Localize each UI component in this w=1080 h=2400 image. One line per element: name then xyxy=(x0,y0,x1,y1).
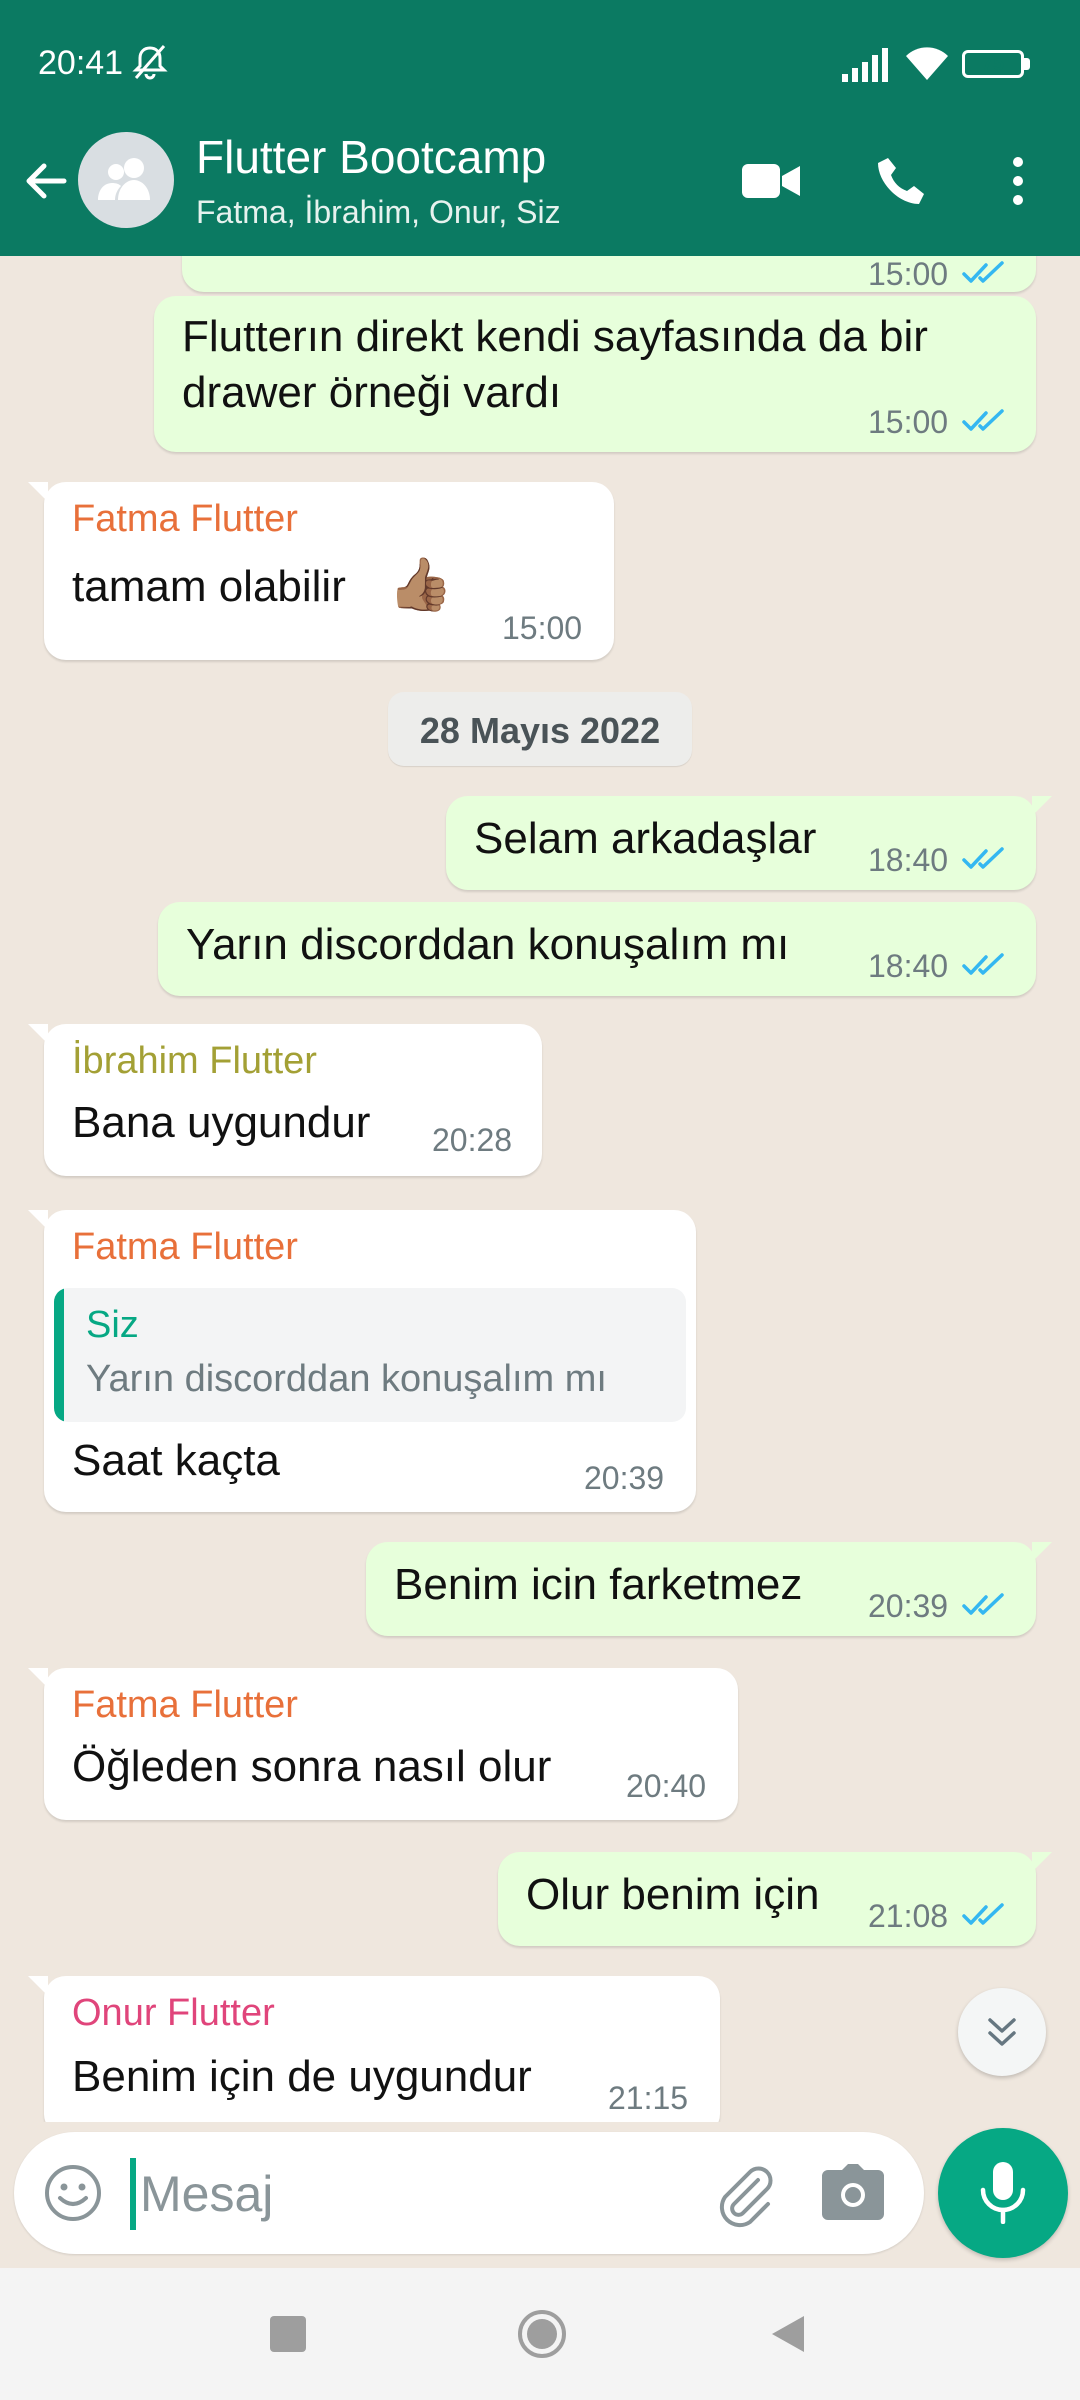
battery-icon: 75 xyxy=(962,50,1032,78)
system-navigation-bar xyxy=(0,2268,1080,2400)
message-time: 18:40 xyxy=(868,842,949,878)
date-separator: 28 Mayıs 2022 xyxy=(388,692,692,766)
chat-participants[interactable]: Fatma, İbrahim, Onur, Siz xyxy=(196,194,561,231)
message-list[interactable]: 15:00 Flutterın direkt kendi sayfasında … xyxy=(0,256,1080,2122)
text-caret xyxy=(130,2158,136,2230)
group-avatar-icon xyxy=(98,158,150,200)
group-avatar[interactable] xyxy=(78,132,174,228)
nav-recents-icon[interactable] xyxy=(270,2316,306,2352)
sender-name: Onur Flutter xyxy=(72,1992,275,2034)
microphone-icon xyxy=(980,2162,1026,2224)
quoted-text: Yarın discorddan konuşalım mı xyxy=(86,1358,607,1400)
double-check-icon xyxy=(962,1903,1004,1925)
message-incoming[interactable]: Fatma Flutter tamam olabilir 👍🏽 15:00 xyxy=(28,482,614,660)
message-time: 21:08 xyxy=(868,1898,949,1934)
message-text: Benim icin farketmez xyxy=(394,1560,803,1609)
message-outgoing[interactable]: Flutterın direkt kendi sayfasında da bir… xyxy=(154,296,1036,452)
message-text: Öğleden sonra nasıl olur xyxy=(72,1742,552,1791)
message-incoming[interactable]: İbrahim Flutter Bana uygundur 20:28 xyxy=(28,1024,542,1176)
double-check-icon xyxy=(962,261,1004,283)
message-time: 20:39 xyxy=(584,1460,665,1496)
message-time: 20:28 xyxy=(432,1122,513,1158)
battery-level: 75 xyxy=(981,53,1005,75)
phone-call-icon[interactable] xyxy=(874,154,928,208)
sender-name: Fatma Flutter xyxy=(72,498,298,540)
chat-header: Flutter Bootcamp Fatma, İbrahim, Onur, S… xyxy=(0,126,1080,256)
message-outgoing[interactable]: Olur benim için 21:08 xyxy=(498,1852,1052,1946)
sender-name: İbrahim Flutter xyxy=(72,1040,317,1082)
message-text: Olur benim için xyxy=(526,1870,820,1919)
message-outgoing[interactable]: Yarın discorddan konuşalım mı 18:40 xyxy=(158,902,1036,996)
status-bar: 20:41 75 xyxy=(0,0,1080,126)
message-time: 15:00 xyxy=(868,404,949,440)
message-text: Selam arkadaşlar xyxy=(474,814,817,863)
message-input[interactable] xyxy=(140,2152,680,2236)
nav-home-icon[interactable] xyxy=(516,2308,568,2360)
message-time: 15:00 xyxy=(502,610,583,646)
message-incoming[interactable]: Onur Flutter Benim için de uygundur 21:1… xyxy=(28,1976,720,2122)
message-outgoing[interactable]: 15:00 xyxy=(182,256,1036,292)
message-text: Yarın discorddan konuşalım mı xyxy=(186,920,790,969)
message-incoming[interactable]: Fatma Flutter Siz Yarın discorddan konuş… xyxy=(28,1210,696,1512)
more-options-icon[interactable] xyxy=(1002,154,1034,208)
message-text: drawer örneği vardı xyxy=(182,368,562,417)
quoted-message[interactable]: Siz Yarın discorddan konuşalım mı xyxy=(54,1288,686,1422)
video-call-icon[interactable] xyxy=(742,158,800,204)
voice-message-button[interactable] xyxy=(938,2128,1068,2258)
sender-name: Fatma Flutter xyxy=(72,1226,298,1268)
message-text: Bana uygundur xyxy=(72,1098,371,1147)
thumbs-up-emoji: 👍🏽 xyxy=(388,556,453,614)
message-time: 20:39 xyxy=(868,1588,949,1624)
message-outgoing[interactable]: Benim icin farketmez 20:39 xyxy=(366,1542,1052,1636)
message-incoming[interactable]: Fatma Flutter Öğleden sonra nasıl olur 2… xyxy=(28,1668,738,1820)
scroll-to-bottom-button[interactable] xyxy=(958,1988,1046,2076)
quoted-sender: Siz xyxy=(86,1304,139,1346)
double-check-icon xyxy=(962,953,1004,975)
message-time: 21:15 xyxy=(608,2080,689,2116)
back-arrow-icon[interactable] xyxy=(20,156,70,206)
signal-icon xyxy=(842,48,888,82)
sender-name: Fatma Flutter xyxy=(72,1684,298,1726)
message-text: tamam olabilir xyxy=(72,562,346,611)
date-label: 28 Mayıs 2022 xyxy=(419,710,661,751)
message-time: 18:40 xyxy=(868,948,949,984)
chat-title[interactable]: Flutter Bootcamp xyxy=(196,130,546,184)
message-time: 20:40 xyxy=(626,1768,707,1804)
camera-icon[interactable] xyxy=(822,2164,884,2220)
attach-icon[interactable] xyxy=(710,2158,780,2228)
emoji-icon[interactable] xyxy=(42,2162,104,2224)
wifi-icon xyxy=(906,47,948,80)
message-outgoing[interactable]: Selam arkadaşlar 18:40 xyxy=(446,796,1052,890)
message-composer xyxy=(14,2132,924,2254)
message-text: Benim için de uygundur xyxy=(72,2052,532,2101)
message-text: Flutterın direkt kendi sayfasında da bir xyxy=(182,312,928,361)
bell-off-icon xyxy=(132,45,168,80)
double-check-icon xyxy=(962,409,1004,431)
double-check-icon xyxy=(962,1593,1004,1615)
status-time: 20:41 xyxy=(38,44,124,82)
message-time: 15:00 xyxy=(868,256,949,292)
chevron-down-icon xyxy=(988,2018,1016,2046)
nav-back-icon[interactable] xyxy=(768,2314,808,2354)
double-check-icon xyxy=(962,847,1004,869)
message-text: Saat kaçta xyxy=(72,1436,280,1485)
